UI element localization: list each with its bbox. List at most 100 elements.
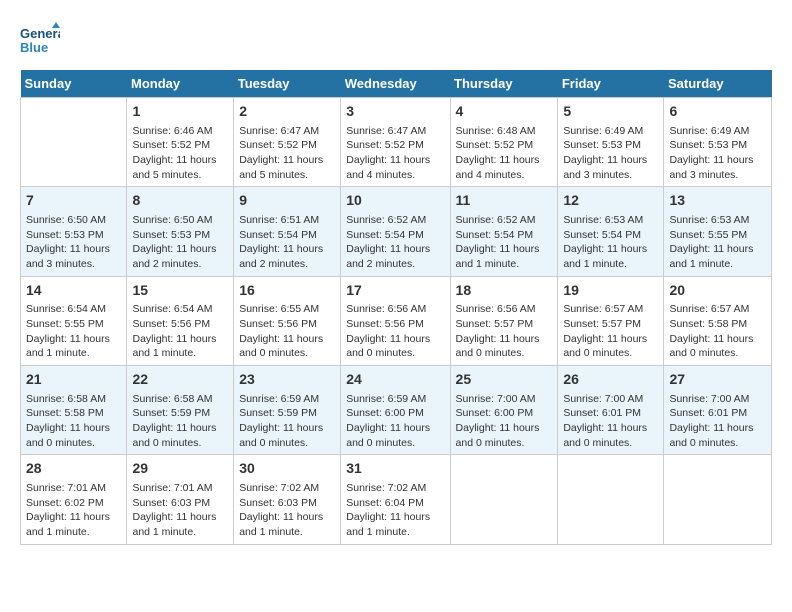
day-info: Sunrise: 6:50 AMSunset: 5:53 PMDaylight:… xyxy=(26,213,121,272)
day-info: Sunrise: 6:52 AMSunset: 5:54 PMDaylight:… xyxy=(346,213,444,272)
header-day-wednesday: Wednesday xyxy=(341,70,450,98)
day-number: 18 xyxy=(456,281,553,301)
calendar-cell: 9Sunrise: 6:51 AMSunset: 5:54 PMDaylight… xyxy=(234,187,341,276)
day-number: 9 xyxy=(239,191,335,211)
calendar-cell: 28Sunrise: 7:01 AMSunset: 6:02 PMDayligh… xyxy=(21,455,127,544)
calendar-cell: 21Sunrise: 6:58 AMSunset: 5:58 PMDayligh… xyxy=(21,366,127,455)
day-info: Sunrise: 6:49 AMSunset: 5:53 PMDaylight:… xyxy=(563,124,658,183)
day-number: 11 xyxy=(456,191,553,211)
calendar-cell xyxy=(664,455,772,544)
day-number: 4 xyxy=(456,102,553,122)
calendar-cell xyxy=(450,455,558,544)
day-info: Sunrise: 6:58 AMSunset: 5:59 PMDaylight:… xyxy=(132,392,228,451)
calendar-cell: 30Sunrise: 7:02 AMSunset: 6:03 PMDayligh… xyxy=(234,455,341,544)
day-info: Sunrise: 6:50 AMSunset: 5:53 PMDaylight:… xyxy=(132,213,228,272)
svg-text:Blue: Blue xyxy=(20,40,48,55)
calendar-cell: 31Sunrise: 7:02 AMSunset: 6:04 PMDayligh… xyxy=(341,455,450,544)
day-info: Sunrise: 6:47 AMSunset: 5:52 PMDaylight:… xyxy=(239,124,335,183)
day-info: Sunrise: 6:59 AMSunset: 5:59 PMDaylight:… xyxy=(239,392,335,451)
day-info: Sunrise: 6:53 AMSunset: 5:55 PMDaylight:… xyxy=(669,213,766,272)
day-info: Sunrise: 7:00 AMSunset: 6:01 PMDaylight:… xyxy=(563,392,658,451)
calendar-cell: 4Sunrise: 6:48 AMSunset: 5:52 PMDaylight… xyxy=(450,98,558,187)
day-number: 23 xyxy=(239,370,335,390)
calendar-cell: 18Sunrise: 6:56 AMSunset: 5:57 PMDayligh… xyxy=(450,276,558,365)
calendar-cell: 3Sunrise: 6:47 AMSunset: 5:52 PMDaylight… xyxy=(341,98,450,187)
header-day-thursday: Thursday xyxy=(450,70,558,98)
header-day-tuesday: Tuesday xyxy=(234,70,341,98)
calendar-week-1: 1Sunrise: 6:46 AMSunset: 5:52 PMDaylight… xyxy=(21,98,772,187)
calendar-cell: 5Sunrise: 6:49 AMSunset: 5:53 PMDaylight… xyxy=(558,98,664,187)
calendar-cell: 10Sunrise: 6:52 AMSunset: 5:54 PMDayligh… xyxy=(341,187,450,276)
logo-icon: General Blue xyxy=(20,20,60,60)
calendar-cell: 12Sunrise: 6:53 AMSunset: 5:54 PMDayligh… xyxy=(558,187,664,276)
calendar-cell: 2Sunrise: 6:47 AMSunset: 5:52 PMDaylight… xyxy=(234,98,341,187)
day-number: 19 xyxy=(563,281,658,301)
calendar-cell: 20Sunrise: 6:57 AMSunset: 5:58 PMDayligh… xyxy=(664,276,772,365)
header-day-sunday: Sunday xyxy=(21,70,127,98)
day-info: Sunrise: 7:01 AMSunset: 6:02 PMDaylight:… xyxy=(26,481,121,540)
day-number: 7 xyxy=(26,191,121,211)
calendar-cell: 16Sunrise: 6:55 AMSunset: 5:56 PMDayligh… xyxy=(234,276,341,365)
day-number: 20 xyxy=(669,281,766,301)
day-number: 21 xyxy=(26,370,121,390)
day-info: Sunrise: 7:00 AMSunset: 6:00 PMDaylight:… xyxy=(456,392,553,451)
day-number: 15 xyxy=(132,281,228,301)
day-number: 31 xyxy=(346,459,444,479)
day-info: Sunrise: 7:02 AMSunset: 6:04 PMDaylight:… xyxy=(346,481,444,540)
day-number: 16 xyxy=(239,281,335,301)
day-info: Sunrise: 6:51 AMSunset: 5:54 PMDaylight:… xyxy=(239,213,335,272)
day-info: Sunrise: 6:54 AMSunset: 5:56 PMDaylight:… xyxy=(132,302,228,361)
header-day-friday: Friday xyxy=(558,70,664,98)
calendar-cell: 24Sunrise: 6:59 AMSunset: 6:00 PMDayligh… xyxy=(341,366,450,455)
day-number: 27 xyxy=(669,370,766,390)
day-info: Sunrise: 6:55 AMSunset: 5:56 PMDaylight:… xyxy=(239,302,335,361)
day-number: 5 xyxy=(563,102,658,122)
header-day-saturday: Saturday xyxy=(664,70,772,98)
day-number: 17 xyxy=(346,281,444,301)
day-number: 1 xyxy=(132,102,228,122)
day-info: Sunrise: 7:00 AMSunset: 6:01 PMDaylight:… xyxy=(669,392,766,451)
day-info: Sunrise: 6:56 AMSunset: 5:57 PMDaylight:… xyxy=(456,302,553,361)
day-info: Sunrise: 6:57 AMSunset: 5:57 PMDaylight:… xyxy=(563,302,658,361)
calendar-cell: 19Sunrise: 6:57 AMSunset: 5:57 PMDayligh… xyxy=(558,276,664,365)
day-info: Sunrise: 6:54 AMSunset: 5:55 PMDaylight:… xyxy=(26,302,121,361)
calendar-cell xyxy=(21,98,127,187)
calendar-cell: 29Sunrise: 7:01 AMSunset: 6:03 PMDayligh… xyxy=(127,455,234,544)
page-header: General Blue xyxy=(20,20,772,60)
day-number: 25 xyxy=(456,370,553,390)
day-info: Sunrise: 7:02 AMSunset: 6:03 PMDaylight:… xyxy=(239,481,335,540)
calendar-cell: 8Sunrise: 6:50 AMSunset: 5:53 PMDaylight… xyxy=(127,187,234,276)
calendar-cell: 14Sunrise: 6:54 AMSunset: 5:55 PMDayligh… xyxy=(21,276,127,365)
day-info: Sunrise: 6:46 AMSunset: 5:52 PMDaylight:… xyxy=(132,124,228,183)
calendar-cell: 23Sunrise: 6:59 AMSunset: 5:59 PMDayligh… xyxy=(234,366,341,455)
calendar-cell: 1Sunrise: 6:46 AMSunset: 5:52 PMDaylight… xyxy=(127,98,234,187)
day-number: 22 xyxy=(132,370,228,390)
day-number: 13 xyxy=(669,191,766,211)
day-number: 12 xyxy=(563,191,658,211)
day-info: Sunrise: 6:53 AMSunset: 5:54 PMDaylight:… xyxy=(563,213,658,272)
calendar-week-5: 28Sunrise: 7:01 AMSunset: 6:02 PMDayligh… xyxy=(21,455,772,544)
header-day-monday: Monday xyxy=(127,70,234,98)
day-number: 30 xyxy=(239,459,335,479)
day-number: 6 xyxy=(669,102,766,122)
calendar-table: SundayMondayTuesdayWednesdayThursdayFrid… xyxy=(20,70,772,545)
calendar-cell: 7Sunrise: 6:50 AMSunset: 5:53 PMDaylight… xyxy=(21,187,127,276)
day-number: 14 xyxy=(26,281,121,301)
day-info: Sunrise: 6:47 AMSunset: 5:52 PMDaylight:… xyxy=(346,124,444,183)
logo: General Blue xyxy=(20,20,66,60)
day-info: Sunrise: 6:57 AMSunset: 5:58 PMDaylight:… xyxy=(669,302,766,361)
calendar-cell xyxy=(558,455,664,544)
day-info: Sunrise: 6:49 AMSunset: 5:53 PMDaylight:… xyxy=(669,124,766,183)
day-info: Sunrise: 6:56 AMSunset: 5:56 PMDaylight:… xyxy=(346,302,444,361)
calendar-week-3: 14Sunrise: 6:54 AMSunset: 5:55 PMDayligh… xyxy=(21,276,772,365)
calendar-cell: 25Sunrise: 7:00 AMSunset: 6:00 PMDayligh… xyxy=(450,366,558,455)
calendar-cell: 26Sunrise: 7:00 AMSunset: 6:01 PMDayligh… xyxy=(558,366,664,455)
day-number: 24 xyxy=(346,370,444,390)
calendar-cell: 6Sunrise: 6:49 AMSunset: 5:53 PMDaylight… xyxy=(664,98,772,187)
day-info: Sunrise: 7:01 AMSunset: 6:03 PMDaylight:… xyxy=(132,481,228,540)
day-info: Sunrise: 6:58 AMSunset: 5:58 PMDaylight:… xyxy=(26,392,121,451)
day-number: 29 xyxy=(132,459,228,479)
day-info: Sunrise: 6:59 AMSunset: 6:00 PMDaylight:… xyxy=(346,392,444,451)
day-number: 2 xyxy=(239,102,335,122)
calendar-week-4: 21Sunrise: 6:58 AMSunset: 5:58 PMDayligh… xyxy=(21,366,772,455)
